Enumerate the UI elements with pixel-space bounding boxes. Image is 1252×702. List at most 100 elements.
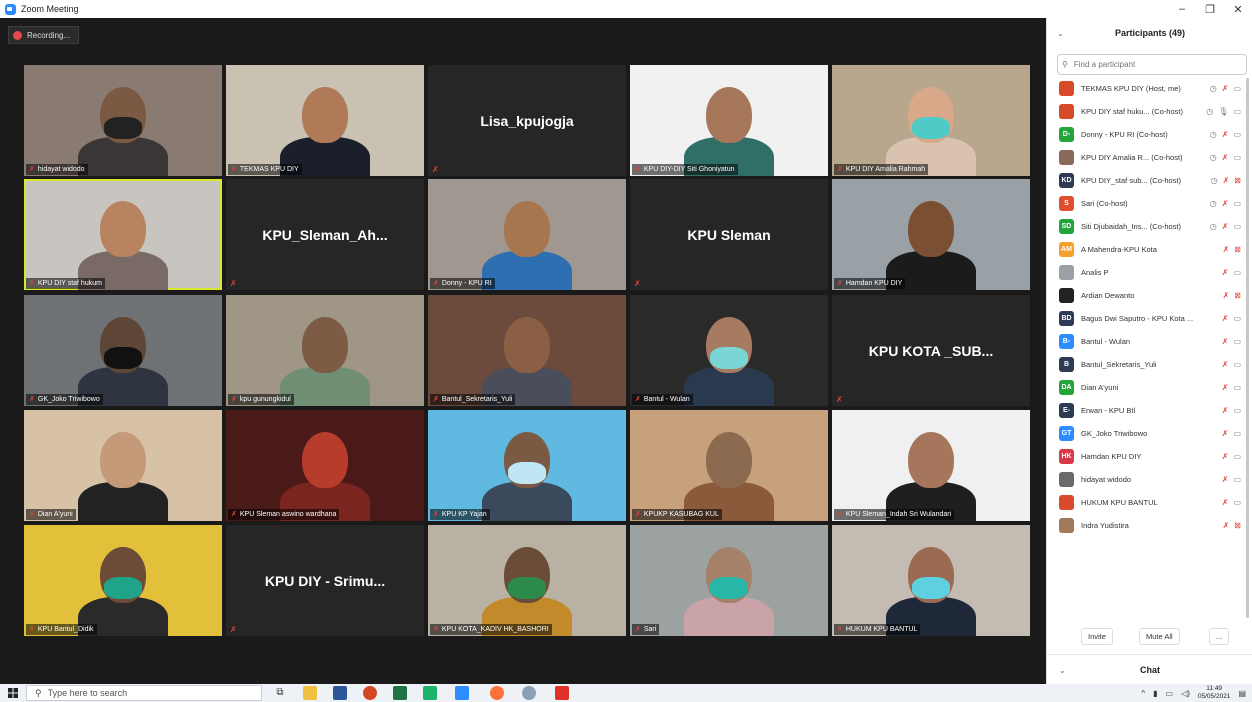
mic-off-icon[interactable]: ✗	[1222, 84, 1229, 93]
participant-search[interactable]: ⚲	[1057, 54, 1247, 75]
video-tile[interactable]: KPU Sleman ✗	[630, 179, 828, 290]
firefox-icon[interactable]	[490, 686, 504, 700]
video-tile[interactable]: ✗ KPU KOTA_KADIV HK_BASHORI	[428, 525, 626, 636]
app-icon[interactable]	[423, 686, 437, 700]
participant-row[interactable]: AM A Mahendra-KPU Kota ✗ ⊠	[1047, 238, 1247, 261]
taskbar-search[interactable]: ⚲ Type here to search	[26, 685, 262, 701]
participant-row[interactable]: Indra Yudistira ✗ ⊠	[1047, 514, 1247, 537]
mute-all-button[interactable]: Mute All	[1139, 627, 1180, 645]
participant-search-input[interactable]	[1071, 59, 1236, 70]
camera-off-icon[interactable]: ⊠	[1234, 521, 1241, 530]
share-screen-icon[interactable]: ◷	[1210, 199, 1217, 208]
mic-off-icon[interactable]: ✗	[1222, 314, 1229, 323]
share-screen-icon[interactable]: ◷	[1210, 130, 1217, 139]
participant-row[interactable]: E- Erwan - KPU Btl ✗ ▭	[1047, 399, 1247, 422]
camera-icon[interactable]: ▭	[1233, 498, 1241, 507]
video-tile[interactable]: ✗ KPU DIY staf hukum	[24, 179, 222, 290]
mic-off-icon[interactable]: ✗	[1222, 406, 1229, 415]
mic-off-icon[interactable]: ✗	[1222, 429, 1229, 438]
participant-row[interactable]: HK Hamdan KPU DIY ✗ ▭	[1047, 445, 1247, 468]
chat-header[interactable]: ⌄ Chat	[1047, 654, 1252, 685]
camera-icon[interactable]: ▭	[1233, 222, 1241, 231]
mic-off-icon[interactable]: ✗	[1223, 176, 1230, 185]
video-tile[interactable]: ✗ Bantul_Sekretaris_Yuli	[428, 295, 626, 406]
mic-off-icon[interactable]: ✗	[1222, 268, 1229, 277]
share-screen-icon[interactable]: ◷	[1210, 153, 1217, 162]
participant-row[interactable]: KPU DIY Amalia R... (Co-host) ◷ ✗ ▭	[1047, 146, 1247, 169]
camera-icon[interactable]: ▭	[1233, 429, 1241, 438]
camera-icon[interactable]: ▭	[1233, 337, 1241, 346]
video-tile[interactable]: ✗ KPU KP Yajan	[428, 410, 626, 521]
video-tile[interactable]: KPU KOTA _SUB... ✗	[832, 295, 1030, 406]
participant-row[interactable]: SD Siti Djubaidah_Ins... (Co-host) ◷ ✗ ▭	[1047, 215, 1247, 238]
network-icon[interactable]: ▭	[1166, 689, 1174, 698]
video-tile[interactable]: ✗ KPU DIY Amalia Rahmah	[832, 65, 1030, 176]
participant-row[interactable]: HUKUM KPU BANTUL ✗ ▭	[1047, 491, 1247, 514]
app-icon-2[interactable]	[522, 686, 536, 700]
mic-off-icon[interactable]: ✗	[1223, 291, 1230, 300]
mic-off-icon[interactable]: ✗	[1222, 498, 1229, 507]
participant-row[interactable]: Analis P ✗ ▭	[1047, 261, 1247, 284]
video-tile[interactable]: ✗ KPU Sleman_Indah Sri Wulandari	[832, 410, 1030, 521]
video-tile[interactable]: ✗ KPUKP KASUBAG KUL	[630, 410, 828, 521]
windows-start-icon[interactable]	[8, 688, 18, 698]
video-tile[interactable]: ✗ KPU Sleman aswino wardhana	[226, 410, 424, 521]
participant-row[interactable]: B Bantul_Sekretaris_Yuli ✗ ▭	[1047, 353, 1247, 376]
video-tile[interactable]: KPU_Sleman_Ah... ✗	[226, 179, 424, 290]
chat-chevron-icon[interactable]: ⌄	[1059, 666, 1066, 675]
participant-row[interactable]: KD KPU DIY_staf sub... (Co-host) ◷ ✗ ⊠	[1047, 169, 1247, 192]
participant-row[interactable]: BD Bagus Dwi Saputro - KPU Kota ... ✗ ▭	[1047, 307, 1247, 330]
camera-icon[interactable]: ▭	[1233, 475, 1241, 484]
participant-row[interactable]: GT GK_Joko Triwibowo ✗ ▭	[1047, 422, 1247, 445]
share-screen-icon[interactable]: ◷	[1210, 84, 1217, 93]
camera-icon[interactable]: ▭	[1233, 360, 1241, 369]
camera-icon[interactable]: ▭	[1233, 314, 1241, 323]
mic-off-icon[interactable]: ✗	[1222, 337, 1229, 346]
more-button[interactable]: ...	[1209, 627, 1230, 645]
powerpoint-icon[interactable]	[363, 686, 377, 700]
mic-off-icon[interactable]: ✗	[1222, 475, 1229, 484]
participant-row[interactable]: hidayat widodo ✗ ▭	[1047, 468, 1247, 491]
mic-off-icon[interactable]: ✗	[1222, 199, 1229, 208]
mic-icon[interactable]: 🎙	[1218, 107, 1228, 116]
camera-icon[interactable]: ▭	[1233, 452, 1241, 461]
file-explorer-icon[interactable]	[303, 686, 317, 700]
camera-icon[interactable]: ▭	[1233, 406, 1241, 415]
camera-icon[interactable]: ▭	[1233, 153, 1241, 162]
video-tile[interactable]: Lisa_kpujogja ✗	[428, 65, 626, 176]
acrobat-icon[interactable]	[555, 686, 569, 700]
camera-icon[interactable]: ▭	[1233, 130, 1241, 139]
share-screen-icon[interactable]: ◷	[1210, 222, 1217, 231]
camera-off-icon[interactable]: ⊠	[1234, 176, 1241, 185]
minimize-button[interactable]: –	[1170, 0, 1194, 18]
mic-off-icon[interactable]: ✗	[1222, 222, 1229, 231]
share-screen-icon[interactable]: ◷	[1211, 176, 1218, 185]
participant-row[interactable]: S Sari (Co-host) ◷ ✗ ▭	[1047, 192, 1247, 215]
mic-off-icon[interactable]: ✗	[1222, 383, 1229, 392]
video-tile[interactable]: ✗ Sari	[630, 525, 828, 636]
recording-indicator[interactable]: Recording...	[8, 26, 80, 44]
camera-icon[interactable]: ▭	[1233, 199, 1241, 208]
restore-button[interactable]: ❐	[1198, 0, 1222, 18]
excel-icon[interactable]	[393, 686, 407, 700]
close-button[interactable]: ✕	[1226, 0, 1250, 18]
video-tile[interactable]: ✗ KPU Bantul_Didik	[24, 525, 222, 636]
word-icon[interactable]	[333, 686, 347, 700]
zoom-taskbar-icon[interactable]	[455, 686, 469, 700]
participant-scrollbar[interactable]	[1246, 78, 1249, 618]
mic-off-icon[interactable]: ✗	[1223, 521, 1230, 530]
participant-row[interactable]: Ardian Dewanto ✗ ⊠	[1047, 284, 1247, 307]
video-tile[interactable]: ✗ Donny - KPU RI	[428, 179, 626, 290]
mic-off-icon[interactable]: ✗	[1222, 452, 1229, 461]
participant-row[interactable]: DA Dian A'yuni ✗ ▭	[1047, 376, 1247, 399]
participant-row[interactable]: TEKMAS KPU DIY (Host, me) ◷ ✗ ▭	[1047, 77, 1247, 100]
notification-icon[interactable]: ▤	[1238, 689, 1246, 698]
video-tile[interactable]: ✗ Hamdan KPU DIY	[832, 179, 1030, 290]
tray-app-icon[interactable]: ▮	[1153, 689, 1157, 698]
volume-icon[interactable]: ◁)	[1181, 689, 1190, 698]
video-tile[interactable]: ✗ TEKMAS KPU DIY	[226, 65, 424, 176]
share-screen-icon[interactable]: ◷	[1206, 107, 1213, 116]
mic-off-icon[interactable]: ✗	[1222, 360, 1229, 369]
clock[interactable]: 11:49 05/05/2021	[1198, 685, 1231, 701]
camera-icon[interactable]: ▭	[1233, 383, 1241, 392]
